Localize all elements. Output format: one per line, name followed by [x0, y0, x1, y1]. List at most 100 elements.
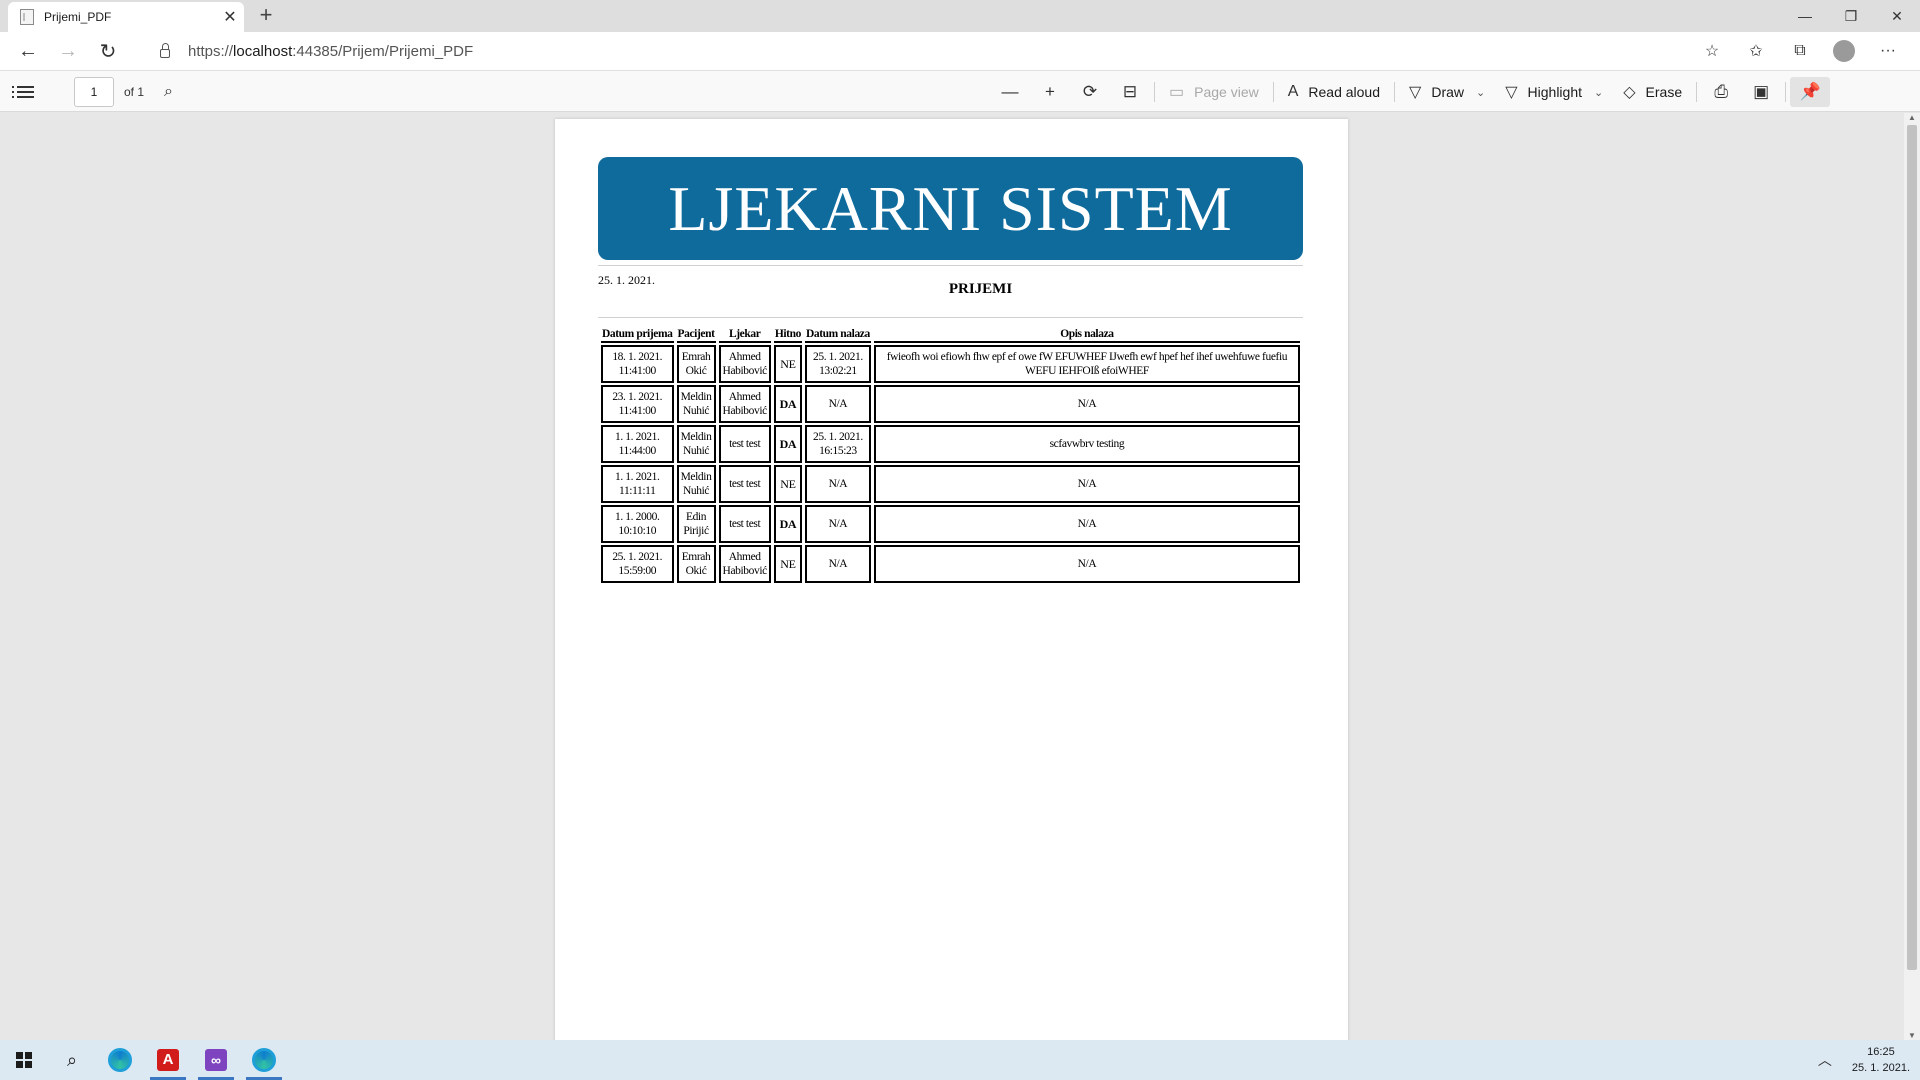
divider	[1785, 82, 1787, 102]
window-controls: — ❐ ✕	[1782, 0, 1920, 32]
cell-opis: N/A	[873, 385, 1300, 423]
cell-hitno: DA	[773, 505, 802, 543]
cell-datum-prijema: 1. 1. 2021. 11:11:11	[601, 465, 674, 503]
table-row: 23. 1. 2021. 11:41:00 Meldin Nuhić Ahmed H…	[601, 385, 1300, 423]
read-aloud-icon: A	[1287, 83, 1299, 100]
document-banner: LJEKARNI SISTEM	[598, 157, 1303, 260]
browser-tab[interactable]: Prijemi_PDF ✕	[8, 2, 244, 32]
acrobat-icon: A	[157, 1049, 179, 1071]
divider	[1394, 82, 1396, 102]
taskbar-edge-active[interactable]	[240, 1040, 288, 1080]
start-button[interactable]	[0, 1040, 48, 1080]
vertical-scrollbar[interactable]: ▲ ▼	[1904, 113, 1920, 1040]
zoom-in-icon[interactable]: +	[1030, 77, 1070, 107]
pdf-file-icon	[20, 9, 34, 25]
cell-hitno: NE	[773, 345, 802, 383]
table-row: 25. 1. 2021. 15:59:00 Emrah Okić Ahmed Hab…	[601, 545, 1300, 583]
chevron-down-icon[interactable]: ⌄	[1594, 86, 1603, 99]
divider	[598, 317, 1303, 318]
page-number-input[interactable]: 1	[74, 77, 114, 107]
page-view-button[interactable]: ▭ Page view	[1159, 77, 1269, 107]
fit-to-page-icon[interactable]: ⊟	[1110, 77, 1150, 107]
erase-button[interactable]: ◇ Erase	[1613, 77, 1692, 107]
close-window-icon[interactable]: ✕	[1874, 0, 1920, 32]
cell-pacijent: Emrah Okić	[676, 545, 716, 583]
forward-icon[interactable]: →	[48, 35, 88, 67]
search-icon[interactable]: ⌕	[164, 83, 173, 101]
back-icon[interactable]: ←	[8, 35, 48, 67]
pin-toolbar-icon[interactable]: 📌	[1790, 77, 1831, 107]
windows-icon	[16, 1052, 32, 1068]
table-row: 1. 1. 2021. 11:44:00 Meldin Nuhić test tes…	[601, 425, 1300, 463]
print-icon[interactable]: ⎙	[1701, 77, 1741, 107]
refresh-icon[interactable]: ↻	[88, 35, 128, 67]
lock-icon[interactable]	[160, 42, 170, 58]
cell-ljekar: test test	[718, 505, 771, 543]
zoom-out-icon[interactable]: —	[990, 77, 1030, 107]
table-row: 1. 1. 2000. 10:10:10 Edin Pirijić test tes…	[601, 505, 1300, 543]
cell-datum-prijema: 1. 1. 2021. 11:44:00	[601, 425, 674, 463]
pdf-toolbar: 1 of 1 ⌕ — + ⟳ ⊟ ▭ Page view A Read aloud …	[0, 70, 1920, 112]
add-favorite-icon[interactable]: ☆	[1690, 35, 1734, 67]
favorites-icon[interactable]: ✩	[1734, 35, 1778, 67]
document-title: PRIJEMI	[948, 281, 1013, 297]
url-text[interactable]: https://localhost:44385/Prijem/Prijemi_P…	[188, 43, 473, 60]
tab-strip: Prijemi_PDF ✕ + — ❐ ✕	[0, 0, 1920, 32]
address-bar[interactable]: https://localhost:44385/Prijem/Prijemi_P…	[146, 35, 1716, 67]
column-header: Datum prijema	[601, 328, 674, 343]
close-tab-icon[interactable]: ✕	[216, 7, 244, 27]
search-icon: ⌕	[66, 1049, 78, 1070]
cell-datum-prijema: 18. 1. 2021. 11:41:00	[601, 345, 674, 383]
read-aloud-button[interactable]: A Read aloud	[1278, 77, 1390, 107]
cell-pacijent: Meldin Nuhić	[676, 465, 716, 503]
draw-button[interactable]: ▽ Draw ⌄	[1399, 77, 1495, 107]
taskbar-edge[interactable]	[96, 1040, 144, 1080]
chevron-down-icon[interactable]: ⌄	[1476, 86, 1485, 99]
collections-icon[interactable]: ⧉	[1778, 35, 1822, 67]
search-button[interactable]: ⌕	[48, 1040, 96, 1080]
eraser-icon: ◇	[1623, 84, 1636, 101]
more-menu-icon[interactable]: ···	[1866, 35, 1910, 67]
highlight-button[interactable]: ▽ Highlight ⌄	[1495, 77, 1613, 107]
column-header: Datum nalaza	[804, 328, 871, 343]
table-row: 1. 1. 2021. 11:11:11 Meldin Nuhić test tes…	[601, 465, 1300, 503]
cell-datum-prijema: 1. 1. 2000. 10:10:10	[601, 505, 674, 543]
rotate-icon[interactable]: ⟳	[1070, 77, 1110, 107]
cell-ljekar: Ahmed Habibović	[718, 345, 771, 383]
taskbar: ⌕ A ∞ ︿ 16:25 25. 1. 2021.	[0, 1040, 1920, 1080]
chevron-up-icon[interactable]: ︿	[1818, 1050, 1832, 1070]
table-header-row: Datum prijema Pacijent Ljekar Hitno Datu…	[601, 328, 1300, 343]
taskbar-acrobat[interactable]: A	[144, 1040, 192, 1080]
clock[interactable]: 16:25 25. 1. 2021.	[1852, 1044, 1910, 1076]
cell-ljekar: test test	[718, 425, 771, 463]
cell-datum-nalaza: 25. 1. 2021. 13:02:21	[804, 345, 871, 383]
tab-title: Prijemi_PDF	[44, 10, 112, 24]
scrollbar-thumb[interactable]	[1907, 125, 1917, 970]
pdf-page: LJEKARNI SISTEM 25. 1. 2021. PRIJEMI Dat…	[555, 119, 1348, 1040]
taskbar-visual-studio[interactable]: ∞	[192, 1040, 240, 1080]
cell-datum-nalaza: N/A	[804, 465, 871, 503]
pdf-viewer[interactable]: LJEKARNI SISTEM 25. 1. 2021. PRIJEMI Dat…	[0, 113, 1904, 1040]
new-tab-button[interactable]: +	[254, 4, 278, 28]
cell-opis: scfavwbrv testing	[873, 425, 1300, 463]
cell-opis: N/A	[873, 465, 1300, 503]
divider	[1696, 82, 1698, 102]
profile-avatar[interactable]	[1833, 40, 1855, 62]
highlight-icon: ▽	[1505, 84, 1518, 101]
navigation-bar: ← → ↻ https://localhost:44385/Prijem/Pri…	[0, 32, 1920, 70]
restore-icon[interactable]: ❐	[1828, 0, 1874, 32]
cell-pacijent: Meldin Nuhić	[676, 425, 716, 463]
table-of-contents-icon[interactable]	[12, 84, 34, 100]
cell-ljekar: Ahmed Habibović	[718, 385, 771, 423]
scroll-down-icon[interactable]: ▼	[1904, 1031, 1920, 1040]
cell-hitno: NE	[773, 465, 802, 503]
minimize-icon[interactable]: —	[1782, 0, 1828, 32]
cell-pacijent: Emrah Okić	[676, 345, 716, 383]
draw-icon: ▽	[1409, 84, 1422, 101]
page-count: of 1	[124, 85, 145, 99]
column-header: Opis nalaza	[873, 328, 1300, 343]
cell-datum-nalaza: N/A	[804, 505, 871, 543]
column-header: Pacijent	[676, 328, 716, 343]
scroll-up-icon[interactable]: ▲	[1904, 113, 1920, 122]
save-icon[interactable]: ▣	[1741, 77, 1781, 107]
